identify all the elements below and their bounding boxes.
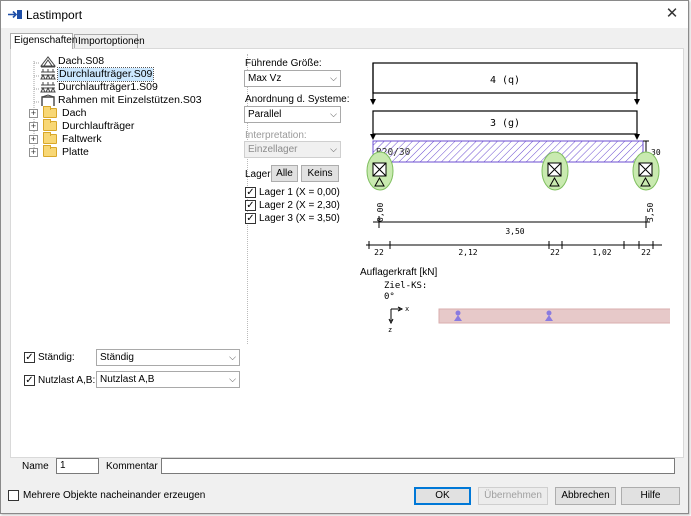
expand-platte[interactable]: +	[29, 148, 38, 157]
chevron-down-icon: ⌵	[229, 352, 236, 362]
dim-total-label: 3,50	[505, 227, 524, 236]
dim-start-label: 0,00	[376, 203, 385, 222]
dim-seg-5: 22	[641, 248, 651, 257]
interpretation-select[interactable]: Einzellager ⌵	[244, 141, 341, 158]
support-3	[632, 151, 660, 191]
checkbox-unchecked[interactable]	[8, 490, 19, 501]
anordnung-label: Anordnung d. Systeme:	[245, 94, 350, 105]
dim-seg-3: 22	[550, 248, 560, 257]
folder-icon	[43, 132, 57, 144]
chevron-down-icon: ⌵	[330, 109, 337, 119]
apply-button[interactable]: Übernehmen	[478, 487, 548, 505]
folder-icon	[43, 119, 57, 131]
chevron-down-icon: ⌵	[330, 73, 337, 83]
staendig-select[interactable]: Ständig ⌵	[96, 349, 240, 366]
dimension-line-segments	[366, 241, 662, 249]
dim-seg-4: 1,02	[592, 248, 611, 257]
load-q-label: 4 (q)	[490, 75, 520, 86]
axis-x-label: x	[405, 305, 409, 313]
support-1	[366, 151, 394, 191]
kommentar-label: Kommentar	[106, 461, 158, 472]
checkbox-checked[interactable]: ✓	[24, 352, 35, 363]
anordnung-select[interactable]: Parallel ⌵	[244, 106, 341, 123]
expand-durchlauftraeger[interactable]: +	[29, 122, 38, 131]
expand-faltwerk[interactable]: +	[29, 135, 38, 144]
checkbox-checked[interactable]: ✓	[245, 200, 256, 211]
nutzlast-select[interactable]: Nutzlast A,B ⌵	[96, 371, 240, 388]
support-2	[541, 151, 569, 191]
expand-dach[interactable]: +	[29, 109, 38, 118]
close-button[interactable]: ✕	[660, 3, 684, 25]
lager-alle-button[interactable]: Alle	[271, 165, 298, 182]
load-g-label: 3 (g)	[490, 118, 520, 129]
continuous-beam-icon	[40, 69, 56, 80]
checkbox-checked[interactable]: ✓	[245, 187, 256, 198]
lastimport-dialog: Lastimport ✕ Eigenschaften Importoptione…	[0, 0, 689, 514]
window-title: Lastimport	[26, 8, 83, 22]
tab-importoptionen[interactable]: Importoptionen	[74, 34, 145, 49]
folder-icon	[43, 145, 57, 157]
interpretation-label: Interpretation:	[245, 130, 307, 141]
beam-diagram: 4 (q) 3 (g) B20/30 30 0,00 3,50 3,50 22 …	[360, 62, 662, 278]
dim-seg-1: 22	[374, 248, 384, 257]
reaction-diagram: Ziel-KS: 0° x z	[384, 281, 670, 334]
fuehrende-groesse-select[interactable]: Max Vz ⌵	[244, 70, 341, 87]
fuehrende-label: Führende Größe:	[245, 58, 322, 69]
chevron-down-icon: ⌵	[330, 144, 337, 154]
load-import-icon	[8, 10, 22, 19]
ziel-ks-label: Ziel-KS:	[384, 281, 427, 291]
tab-eigenschaften[interactable]: Eigenschaften	[10, 33, 77, 49]
checkbox-checked[interactable]: ✓	[245, 213, 256, 224]
coordinate-axes-icon	[388, 306, 404, 325]
ok-button[interactable]: OK	[414, 487, 471, 505]
folder-icon	[43, 106, 57, 118]
roof-truss-icon	[40, 56, 56, 68]
dim-seg-2: 2,12	[458, 248, 477, 257]
name-label: Name	[22, 461, 49, 472]
beam-section	[372, 140, 644, 163]
dim-end-label: 3,50	[646, 203, 655, 222]
lager-label: Lager:	[245, 169, 274, 180]
name-input[interactable]: 1	[56, 458, 99, 474]
continuous-beam-icon	[40, 82, 56, 93]
title-bar: Lastimport ✕	[1, 1, 688, 28]
help-button[interactable]: Hilfe	[621, 487, 680, 505]
reaction-force-band	[438, 308, 670, 324]
checkbox-checked[interactable]: ✓	[24, 375, 35, 386]
cancel-button[interactable]: Abbrechen	[555, 487, 616, 505]
lager-keins-button[interactable]: Keins	[301, 165, 339, 182]
angle-label: 0°	[384, 292, 395, 302]
chevron-down-icon: ⌵	[229, 374, 236, 384]
kommentar-input[interactable]	[161, 458, 675, 474]
properties-panel: Dach.S08 Durchlaufträger.S09 Durchlauftr…	[10, 48, 684, 474]
axis-z-label: z	[388, 326, 392, 334]
